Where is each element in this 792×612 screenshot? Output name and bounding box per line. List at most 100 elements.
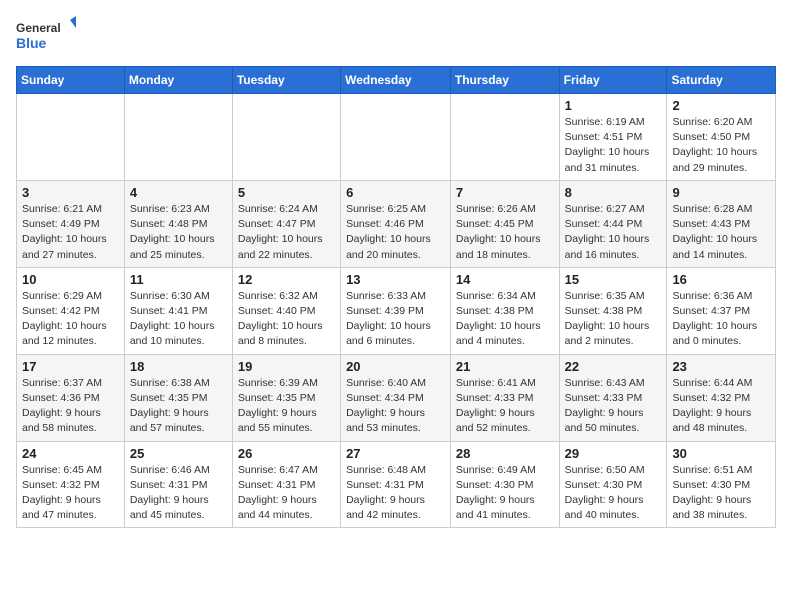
weekday-header-thursday: Thursday bbox=[450, 67, 559, 94]
weekday-header-saturday: Saturday bbox=[667, 67, 776, 94]
day-number: 11 bbox=[130, 272, 227, 287]
day-number: 25 bbox=[130, 446, 227, 461]
calendar-cell: 6Sunrise: 6:25 AM Sunset: 4:46 PM Daylig… bbox=[341, 180, 451, 267]
day-number: 9 bbox=[672, 185, 770, 200]
day-info: Sunrise: 6:33 AM Sunset: 4:39 PM Dayligh… bbox=[346, 289, 445, 350]
calendar-cell: 8 Sunrise: 6:27 AM Sunset: 4:44 PM Daylig… bbox=[559, 180, 667, 267]
day-info: Sunrise: 6:45 AM Sunset: 4:32 PM Dayligh… bbox=[22, 463, 119, 524]
logo-svg: General Blue bbox=[16, 16, 76, 56]
day-info: Sunrise: 6:44 AM Sunset: 4:32 PM Dayligh… bbox=[672, 376, 770, 437]
day-number: 23 bbox=[672, 359, 770, 374]
day-info: Sunrise: 6:43 AM Sunset: 4:33 PM Dayligh… bbox=[565, 376, 662, 437]
day-number: 3 bbox=[22, 185, 119, 200]
calendar-week-row: 3 Sunrise: 6:21 AM Sunset: 4:49 PM Daylig… bbox=[17, 180, 776, 267]
day-info: Sunrise: 6:40 AM Sunset: 4:34 PM Dayligh… bbox=[346, 376, 445, 437]
day-number: 24 bbox=[22, 446, 119, 461]
day-number: 13 bbox=[346, 272, 445, 287]
day-info: Sunrise: 6:46 AM Sunset: 4:31 PM Dayligh… bbox=[130, 463, 227, 524]
day-number: 29 bbox=[565, 446, 662, 461]
day-info: Sunrise: 6:41 AM Sunset: 4:33 PM Dayligh… bbox=[456, 376, 554, 437]
weekday-header-wednesday: Wednesday bbox=[341, 67, 451, 94]
day-number: 4 bbox=[130, 185, 227, 200]
calendar-header-row: SundayMondayTuesdayWednesdayThursdayFrid… bbox=[17, 67, 776, 94]
day-info: Sunrise: 6:27 AM Sunset: 4:44 PM Dayligh… bbox=[565, 202, 662, 263]
day-info: Sunrise: 6:20 AM Sunset: 4:50 PM Dayligh… bbox=[672, 115, 770, 176]
svg-text:General: General bbox=[16, 21, 61, 35]
calendar-cell: 4 Sunrise: 6:23 AM Sunset: 4:48 PM Daylig… bbox=[124, 180, 232, 267]
day-number: 22 bbox=[565, 359, 662, 374]
calendar-cell bbox=[341, 94, 451, 181]
calendar-cell: 13 Sunrise: 6:33 AM Sunset: 4:39 PM Dayli… bbox=[341, 267, 451, 354]
calendar-cell: 22 Sunrise: 6:43 AM Sunset: 4:33 PM Dayli… bbox=[559, 354, 667, 441]
day-number: 26 bbox=[238, 446, 335, 461]
day-number: 20 bbox=[346, 359, 445, 374]
calendar-cell: 10 Sunrise: 6:29 AM Sunset: 4:42 PM Dayli… bbox=[17, 267, 125, 354]
day-number: 15 bbox=[565, 272, 662, 287]
day-number: 12 bbox=[238, 272, 335, 287]
day-info: Sunrise: 6:36 AM Sunset: 4:37 PM Dayligh… bbox=[672, 289, 770, 350]
day-info: Sunrise: 6:47 AM Sunset: 4:31 PM Dayligh… bbox=[238, 463, 335, 524]
calendar-cell: 9 Sunrise: 6:28 AM Sunset: 4:43 PM Daylig… bbox=[667, 180, 776, 267]
calendar-week-row: 24 Sunrise: 6:45 AM Sunset: 4:32 PM Dayli… bbox=[17, 441, 776, 528]
weekday-header-monday: Monday bbox=[124, 67, 232, 94]
day-info: Sunrise: 6:35 AM Sunset: 4:38 PM Dayligh… bbox=[565, 289, 662, 350]
day-number: 10 bbox=[22, 272, 119, 287]
weekday-header-friday: Friday bbox=[559, 67, 667, 94]
calendar-cell bbox=[232, 94, 340, 181]
weekday-header-sunday: Sunday bbox=[17, 67, 125, 94]
calendar-cell: 23 Sunrise: 6:44 AM Sunset: 4:32 PM Dayli… bbox=[667, 354, 776, 441]
calendar-cell: 12 Sunrise: 6:32 AM Sunset: 4:40 PM Dayli… bbox=[232, 267, 340, 354]
calendar-cell: 1 Sunrise: 6:19 AM Sunset: 4:51 PM Daylig… bbox=[559, 94, 667, 181]
day-info: Sunrise: 6:23 AM Sunset: 4:48 PM Dayligh… bbox=[130, 202, 227, 263]
calendar-cell: 26 Sunrise: 6:47 AM Sunset: 4:31 PM Dayli… bbox=[232, 441, 340, 528]
day-info: Sunrise: 6:21 AM Sunset: 4:49 PM Dayligh… bbox=[22, 202, 119, 263]
day-info: Sunrise: 6:34 AM Sunset: 4:38 PM Dayligh… bbox=[456, 289, 554, 350]
day-number: 28 bbox=[456, 446, 554, 461]
day-number: 8 bbox=[565, 185, 662, 200]
calendar-cell bbox=[17, 94, 125, 181]
day-number: 2 bbox=[672, 98, 770, 113]
day-number: 16 bbox=[672, 272, 770, 287]
page-header: General Blue bbox=[16, 16, 776, 56]
calendar-cell: 3 Sunrise: 6:21 AM Sunset: 4:49 PM Daylig… bbox=[17, 180, 125, 267]
calendar-cell: 18 Sunrise: 6:38 AM Sunset: 4:35 PM Dayli… bbox=[124, 354, 232, 441]
calendar-cell: 2 Sunrise: 6:20 AM Sunset: 4:50 PM Daylig… bbox=[667, 94, 776, 181]
day-number: 18 bbox=[130, 359, 227, 374]
day-info: Sunrise: 6:29 AM Sunset: 4:42 PM Dayligh… bbox=[22, 289, 119, 350]
day-number: 14 bbox=[456, 272, 554, 287]
calendar-cell: 16 Sunrise: 6:36 AM Sunset: 4:37 PM Dayli… bbox=[667, 267, 776, 354]
day-info: Sunrise: 6:32 AM Sunset: 4:40 PM Dayligh… bbox=[238, 289, 335, 350]
calendar-cell: 24 Sunrise: 6:45 AM Sunset: 4:32 PM Dayli… bbox=[17, 441, 125, 528]
calendar-cell bbox=[450, 94, 559, 181]
calendar-cell: 27Sunrise: 6:48 AM Sunset: 4:31 PM Dayli… bbox=[341, 441, 451, 528]
calendar-cell: 15 Sunrise: 6:35 AM Sunset: 4:38 PM Dayli… bbox=[559, 267, 667, 354]
day-number: 7 bbox=[456, 185, 554, 200]
day-info: Sunrise: 6:28 AM Sunset: 4:43 PM Dayligh… bbox=[672, 202, 770, 263]
weekday-header-tuesday: Tuesday bbox=[232, 67, 340, 94]
day-number: 1 bbox=[565, 98, 662, 113]
calendar-week-row: 10 Sunrise: 6:29 AM Sunset: 4:42 PM Dayli… bbox=[17, 267, 776, 354]
calendar-cell: 29 Sunrise: 6:50 AM Sunset: 4:30 PM Dayli… bbox=[559, 441, 667, 528]
calendar-cell: 28Sunrise: 6:49 AM Sunset: 4:30 PM Dayli… bbox=[450, 441, 559, 528]
day-info: Sunrise: 6:50 AM Sunset: 4:30 PM Dayligh… bbox=[565, 463, 662, 524]
day-info: Sunrise: 6:37 AM Sunset: 4:36 PM Dayligh… bbox=[22, 376, 119, 437]
day-number: 19 bbox=[238, 359, 335, 374]
day-number: 17 bbox=[22, 359, 119, 374]
calendar-cell: 11Sunrise: 6:30 AM Sunset: 4:41 PM Dayli… bbox=[124, 267, 232, 354]
calendar-cell: 14 Sunrise: 6:34 AM Sunset: 4:38 PM Dayli… bbox=[450, 267, 559, 354]
calendar-week-row: 17 Sunrise: 6:37 AM Sunset: 4:36 PM Dayli… bbox=[17, 354, 776, 441]
day-info: Sunrise: 6:38 AM Sunset: 4:35 PM Dayligh… bbox=[130, 376, 227, 437]
day-number: 30 bbox=[672, 446, 770, 461]
day-info: Sunrise: 6:24 AM Sunset: 4:47 PM Dayligh… bbox=[238, 202, 335, 263]
calendar-cell: 5 Sunrise: 6:24 AM Sunset: 4:47 PM Daylig… bbox=[232, 180, 340, 267]
day-number: 21 bbox=[456, 359, 554, 374]
calendar-cell: 30 Sunrise: 6:51 AM Sunset: 4:30 PM Dayli… bbox=[667, 441, 776, 528]
day-number: 5 bbox=[238, 185, 335, 200]
day-info: Sunrise: 6:25 AM Sunset: 4:46 PM Dayligh… bbox=[346, 202, 445, 263]
calendar-table: SundayMondayTuesdayWednesdayThursdayFrid… bbox=[16, 66, 776, 528]
day-info: Sunrise: 6:51 AM Sunset: 4:30 PM Dayligh… bbox=[672, 463, 770, 524]
logo: General Blue bbox=[16, 16, 76, 56]
day-info: Sunrise: 6:19 AM Sunset: 4:51 PM Dayligh… bbox=[565, 115, 662, 176]
svg-text:Blue: Blue bbox=[16, 35, 47, 51]
day-number: 27 bbox=[346, 446, 445, 461]
